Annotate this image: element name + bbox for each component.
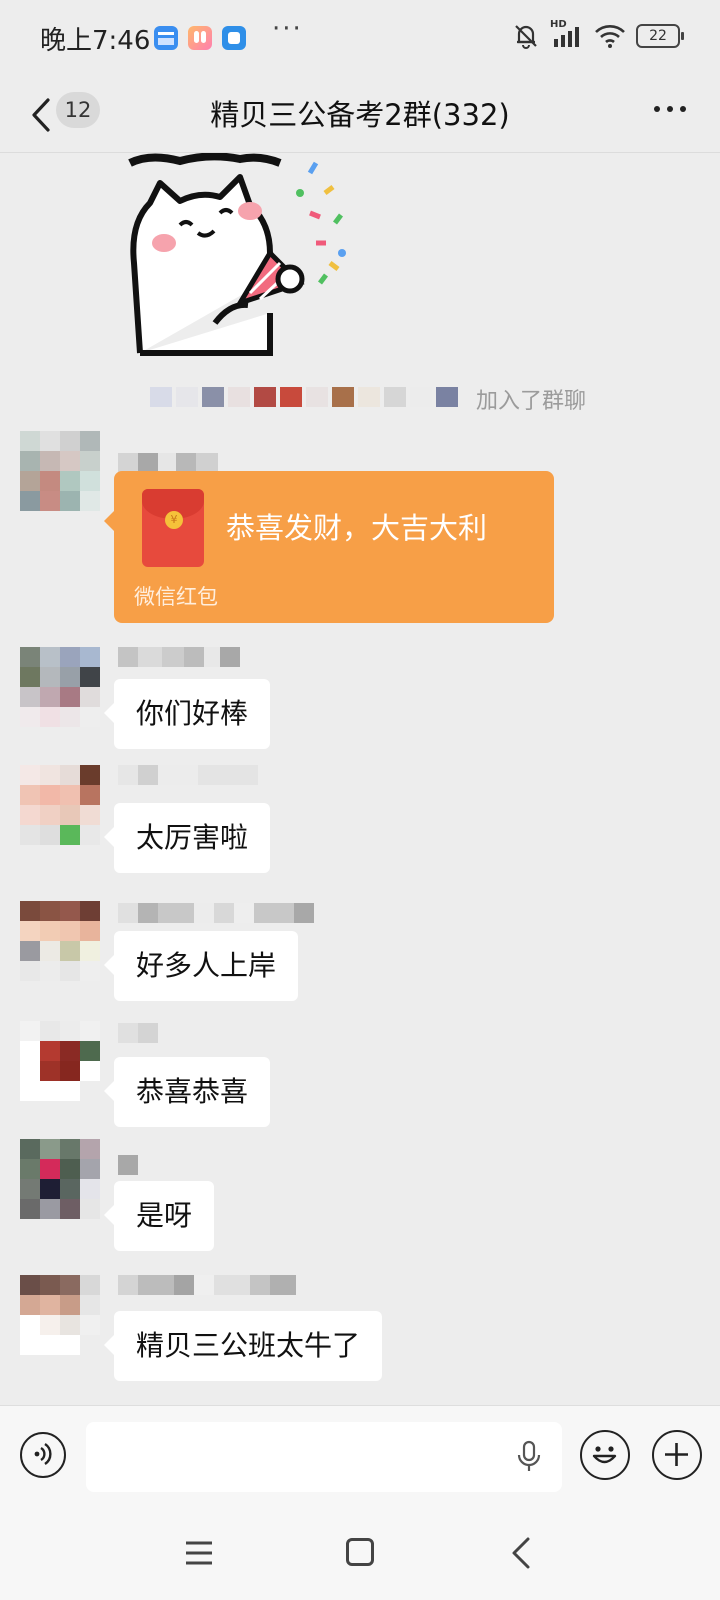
red-packet-label: 微信红包 [134, 585, 218, 609]
red-packet-title: 恭喜发财，大吉大利 [226, 511, 488, 545]
status-bar: 晚上7:46 ··· HD 22 [0, 0, 720, 78]
chat-header: 12 精贝三公备考2群(332) [0, 78, 720, 153]
back-icon[interactable] [510, 1536, 532, 1570]
network-type: HD [550, 19, 567, 30]
calendar-app-icon [154, 26, 178, 50]
input-bar [0, 1405, 720, 1506]
congrats-cat-sticker[interactable] [120, 153, 360, 363]
page-title: 精贝三公备考2群(332) [210, 98, 510, 132]
chat-message-list[interactable]: 加入了群聊 ¥ 恭喜发财，大吉大利 微信红包 你们好棒 太厉害啦 好多人上岸 恭… [0, 153, 720, 1405]
signal-icon: HD [550, 19, 584, 49]
message-input[interactable] [86, 1422, 562, 1492]
sender-nickname [118, 1023, 158, 1043]
avatar[interactable] [20, 647, 100, 727]
sender-nickname [118, 647, 240, 667]
menu-icon[interactable] [184, 1540, 214, 1566]
emoji-icon[interactable] [580, 1430, 630, 1480]
chat-app-icon [222, 26, 246, 50]
sender-nickname [118, 903, 314, 923]
avatar[interactable] [20, 901, 100, 981]
avatar[interactable] [20, 765, 100, 845]
message-bubble[interactable]: 是呀 [103, 1181, 215, 1251]
group-join-notice: 加入了群聊 [150, 381, 610, 415]
message-bubble[interactable]: 好多人上岸 [103, 931, 299, 1001]
wifi-icon [595, 25, 625, 48]
system-notice-text: 加入了群聊 [476, 389, 587, 414]
home-icon[interactable] [346, 1538, 374, 1566]
voice-icon[interactable] [20, 1432, 66, 1478]
status-time: 晚上7:46 [40, 26, 151, 56]
message-bubble[interactable]: 精贝三公班太牛了 [103, 1311, 383, 1381]
blurred-names [150, 387, 458, 407]
red-packet-card[interactable]: ¥ 恭喜发财，大吉大利 微信红包 [104, 471, 554, 623]
rabbit-app-icon [188, 26, 212, 50]
red-envelope-icon: ¥ [142, 489, 204, 567]
mic-icon[interactable] [516, 1440, 542, 1474]
more-notifications: ··· [272, 14, 303, 44]
system-navigation-bar [0, 1506, 720, 1600]
more-options-icon[interactable] [654, 106, 686, 112]
sender-nickname [118, 1155, 138, 1175]
message-bubble[interactable]: 你们好棒 [103, 679, 271, 749]
battery-icon: 22 [636, 24, 684, 48]
plus-icon[interactable] [652, 1430, 702, 1480]
avatar[interactable] [20, 1021, 100, 1101]
sender-nickname [118, 765, 258, 785]
avatar[interactable] [20, 1275, 100, 1355]
sender-nickname [118, 1275, 296, 1295]
message-bubble[interactable]: 太厉害啦 [103, 803, 271, 873]
avatar[interactable] [20, 1139, 100, 1219]
sender-nickname [118, 453, 218, 473]
message-bubble[interactable]: 恭喜恭喜 [103, 1057, 271, 1127]
avatar[interactable] [20, 431, 100, 511]
mute-bell-icon [515, 25, 537, 49]
